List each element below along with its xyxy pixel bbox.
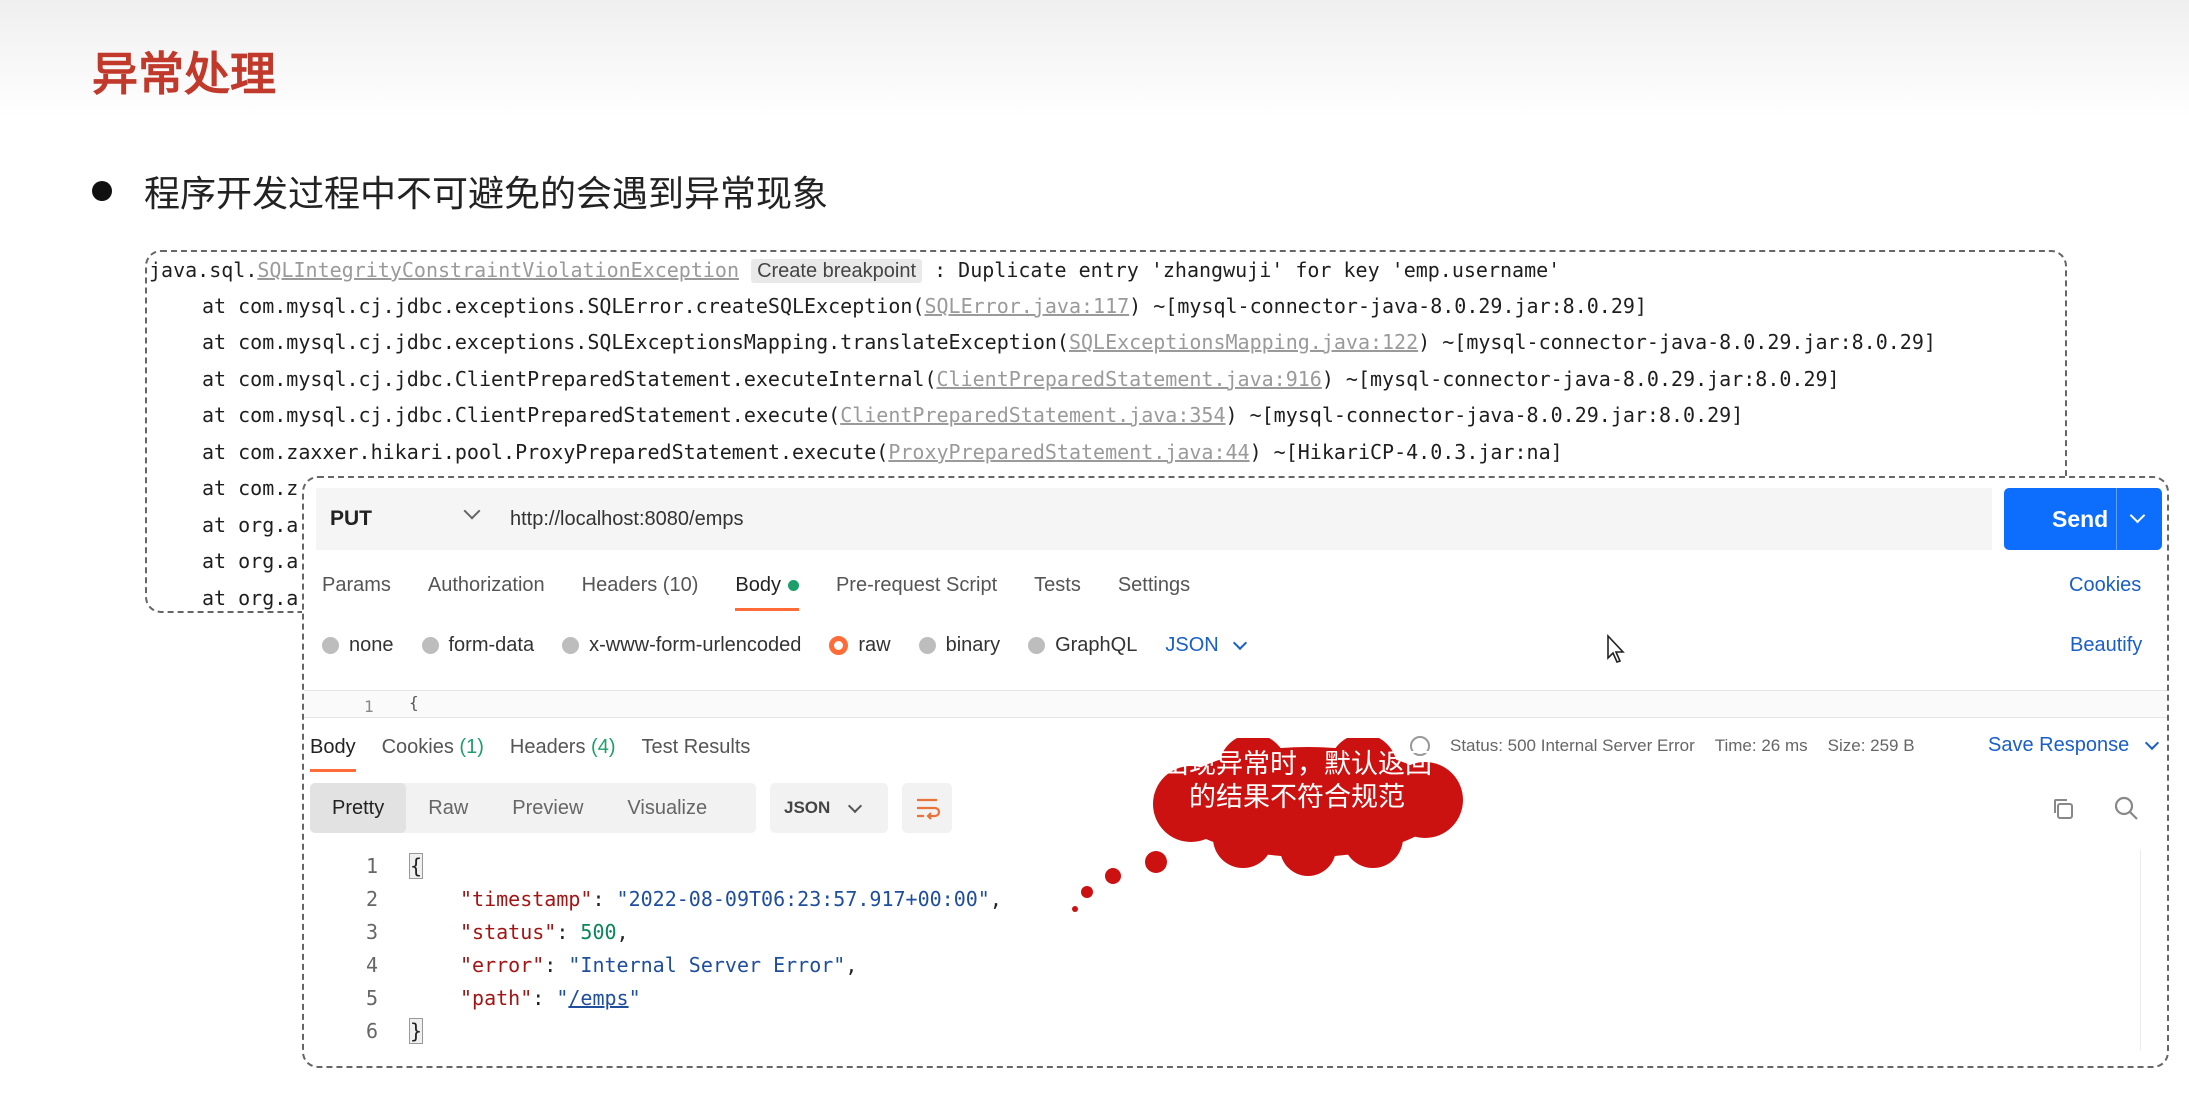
tab-test-results[interactable]: Test Results bbox=[642, 736, 751, 772]
path-link[interactable]: /emps bbox=[568, 986, 628, 1010]
radio-graphql[interactable]: GraphQL bbox=[1028, 634, 1137, 657]
trace-first-line: java.sql.SQLIntegrityConstraintViolation… bbox=[149, 252, 1560, 288]
tab-settings[interactable]: Settings bbox=[1118, 574, 1190, 611]
bullet-dot bbox=[92, 181, 112, 201]
response-tabs: Body Cookies (1) Headers (4) Test Result… bbox=[310, 736, 776, 772]
trace-line: at org.a bbox=[202, 586, 299, 610]
tab-authorization[interactable]: Authorization bbox=[428, 574, 545, 611]
method-select[interactable]: PUT bbox=[316, 488, 496, 550]
body-format-select[interactable]: JSON bbox=[1165, 634, 1247, 657]
tab-response-headers[interactable]: Headers (4) bbox=[510, 736, 616, 772]
send-label: Send bbox=[2052, 505, 2109, 532]
radio-binary[interactable]: binary bbox=[918, 634, 1000, 657]
exception-class-link[interactable]: SQLIntegrityConstraintViolationException bbox=[257, 258, 739, 282]
trace-line: at com.mysql.cj.jdbc.ClientPreparedState… bbox=[202, 367, 1840, 391]
callout-trail-dots bbox=[1072, 868, 1121, 912]
save-response-button[interactable]: Save Response bbox=[1988, 734, 2160, 757]
chevron-down-icon bbox=[848, 798, 863, 813]
url-value: http://localhost:8080/emps bbox=[510, 507, 744, 530]
callout-text: 出现异常时，默认返回的结果不符合规范 bbox=[1162, 749, 1432, 813]
radio-icon bbox=[421, 637, 439, 654]
response-status-bar: Status: 500 Internal Server Error Time: … bbox=[1410, 736, 1935, 756]
radio-icon bbox=[562, 637, 580, 654]
cookies-link[interactable]: Cookies bbox=[2069, 574, 2141, 597]
slide-title: 异常处理 bbox=[92, 47, 276, 101]
bullet-row: 程序开发过程中不可避免的会遇到异常现象 bbox=[92, 165, 828, 217]
radio-form-data[interactable]: form-data bbox=[421, 634, 534, 657]
trace-source-link[interactable]: ClientPreparedStatement.java:354 bbox=[840, 403, 1225, 427]
trace-line: at org.a bbox=[202, 549, 299, 573]
copy-icon[interactable] bbox=[2050, 796, 2076, 822]
beautify-link[interactable]: Beautify bbox=[2070, 634, 2142, 657]
trace-line: at org.a bbox=[202, 513, 299, 537]
trace-line: at com.z bbox=[202, 476, 299, 500]
radio-icon bbox=[322, 637, 339, 654]
size-text[interactable]: Size: 259 B bbox=[1828, 736, 1915, 756]
response-scrollbar[interactable] bbox=[2140, 850, 2163, 1050]
modified-dot-icon bbox=[787, 580, 799, 592]
trace-prefix: java.sql. bbox=[149, 258, 258, 282]
tab-tests[interactable]: Tests bbox=[1034, 574, 1081, 611]
trace-message: : Duplicate entry 'zhangwuji' for key 'e… bbox=[922, 258, 1561, 282]
trace-source-link[interactable]: SQLExceptionsMapping.java:122 bbox=[1069, 330, 1418, 354]
wrap-lines-icon bbox=[917, 798, 941, 820]
url-input[interactable]: http://localhost:8080/emps bbox=[496, 488, 1992, 550]
trace-line: at com.mysql.cj.jdbc.ClientPreparedState… bbox=[202, 403, 1744, 427]
radio-none[interactable]: none bbox=[322, 634, 394, 657]
trace-source-link[interactable]: ProxyPreparedStatement.java:44 bbox=[888, 440, 1249, 464]
request-body-editor[interactable]: 1 { bbox=[304, 690, 2167, 718]
radio-icon bbox=[918, 637, 936, 654]
chevron-down-icon bbox=[2145, 735, 2160, 751]
search-icon[interactable] bbox=[2112, 794, 2140, 822]
editor-line-number: 1 bbox=[364, 697, 374, 716]
radio-icon bbox=[1028, 637, 1046, 654]
tab-params[interactable]: Params bbox=[322, 574, 391, 611]
response-format-select[interactable]: JSON bbox=[770, 783, 888, 833]
tab-body[interactable]: Body bbox=[735, 574, 799, 611]
radio-urlencoded[interactable]: x-www-form-urlencoded bbox=[562, 634, 801, 657]
trace-source-link[interactable]: ClientPreparedStatement.java:916 bbox=[937, 367, 1322, 391]
view-raw[interactable]: Raw bbox=[406, 783, 490, 833]
trace-line: at com.mysql.cj.jdbc.exceptions.SQLError… bbox=[202, 294, 1647, 318]
view-preview[interactable]: Preview bbox=[490, 783, 605, 833]
send-divider bbox=[2116, 488, 2117, 550]
create-breakpoint-button[interactable]: Create breakpoint bbox=[751, 259, 923, 283]
body-type-options: none form-data x-www-form-urlencoded raw… bbox=[322, 634, 1247, 657]
radio-selected-icon bbox=[829, 636, 849, 655]
tab-response-cookies[interactable]: Cookies (1) bbox=[382, 736, 484, 772]
status-text[interactable]: Status: 500 Internal Server Error bbox=[1450, 736, 1695, 756]
radio-raw[interactable]: raw bbox=[829, 634, 891, 657]
tab-prerequest-script[interactable]: Pre-request Script bbox=[836, 574, 997, 611]
tab-headers[interactable]: Headers (10) bbox=[582, 574, 699, 611]
send-button[interactable]: Send bbox=[2004, 488, 2162, 550]
view-visualize[interactable]: Visualize bbox=[605, 783, 729, 833]
editor-text: { bbox=[409, 693, 419, 712]
tab-response-body[interactable]: Body bbox=[310, 736, 356, 772]
chevron-down-icon bbox=[1232, 635, 1247, 651]
mouse-cursor-icon bbox=[1607, 634, 1625, 663]
request-tabs: Params Authorization Headers (10) Body P… bbox=[322, 574, 1227, 611]
trace-source-link[interactable]: SQLError.java:117 bbox=[924, 294, 1129, 318]
chevron-down-icon[interactable] bbox=[2129, 507, 2146, 524]
wrap-lines-button[interactable] bbox=[902, 783, 952, 833]
response-view-selector: Pretty Raw Preview Visualize bbox=[310, 783, 756, 833]
trace-line: at com.mysql.cj.jdbc.exceptions.SQLExcep… bbox=[202, 330, 1936, 354]
time-text[interactable]: Time: 26 ms bbox=[1715, 736, 1808, 756]
bullet-text: 程序开发过程中不可避免的会遇到异常现象 bbox=[144, 174, 829, 215]
chevron-down-icon bbox=[463, 502, 481, 520]
method-value: PUT bbox=[330, 507, 372, 530]
view-pretty[interactable]: Pretty bbox=[310, 783, 407, 833]
trace-line: at com.zaxxer.hikari.pool.ProxyPreparedS… bbox=[202, 440, 1563, 464]
